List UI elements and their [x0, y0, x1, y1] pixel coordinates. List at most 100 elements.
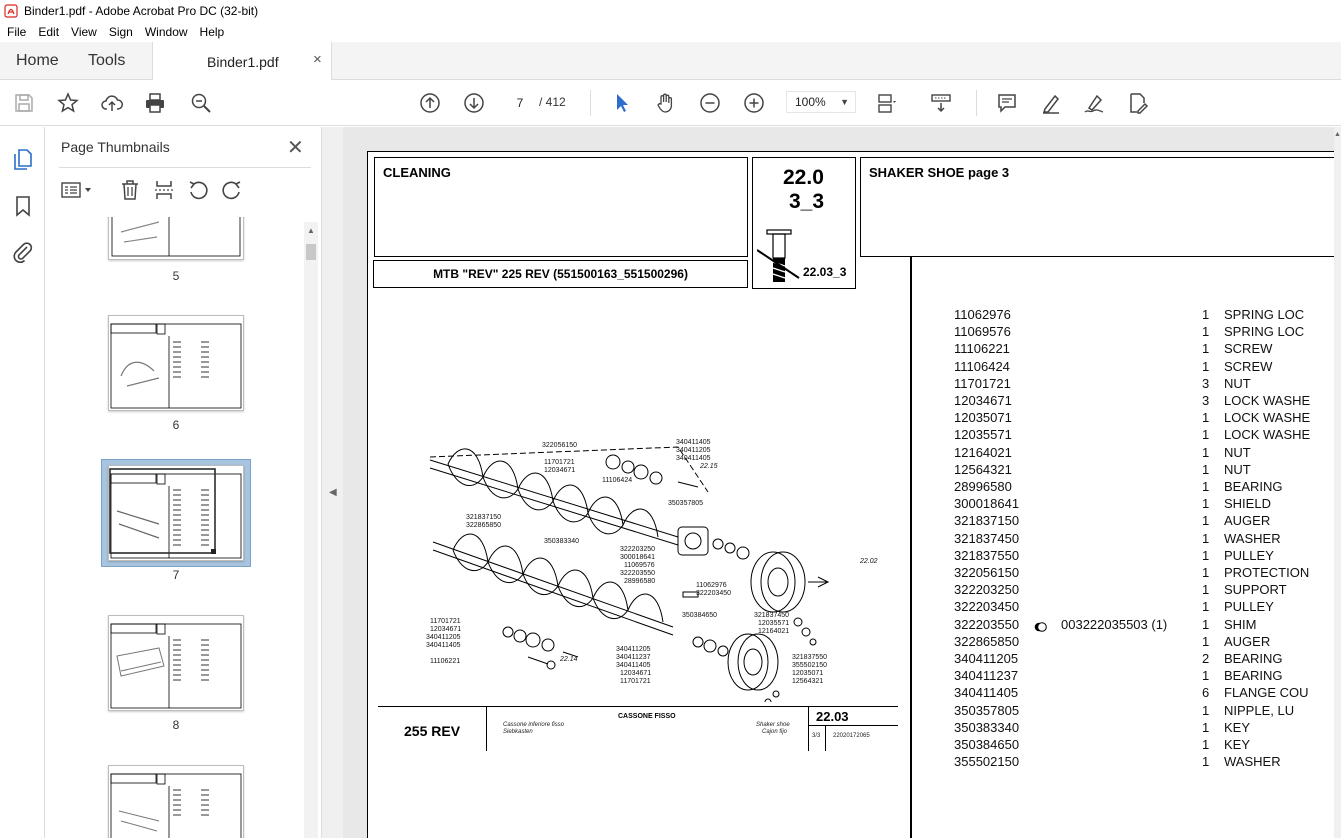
print-icon[interactable]: [143, 91, 167, 115]
pdf-app-icon: [4, 4, 18, 18]
tab-home[interactable]: Home: [16, 42, 59, 80]
thumbnail-page-8[interactable]: [108, 615, 244, 711]
tab-document-title: Binder1.pdf: [207, 54, 279, 70]
part-number: 11069576: [954, 324, 1011, 340]
rotate-counterclockwise-icon[interactable]: [187, 179, 209, 201]
scroll-up-icon[interactable]: ▲: [1334, 131, 1341, 138]
thumbnail-page-9[interactable]: [108, 765, 244, 838]
menu-bar: File Edit View Sign Window Help: [0, 22, 1341, 42]
menu-window[interactable]: Window: [138, 25, 193, 39]
page-number-input[interactable]: 7: [506, 91, 534, 113]
previous-page-icon[interactable]: [418, 91, 442, 115]
zoom-out-icon[interactable]: [698, 91, 722, 115]
part-number: 322056150: [954, 565, 1020, 580]
zoom-level-dropdown[interactable]: 100% ▼: [786, 91, 856, 113]
parts-list-row: 12564321 1 NUT: [954, 462, 1341, 479]
thumbnail-page-6[interactable]: [108, 315, 244, 411]
star-icon[interactable]: [56, 91, 80, 115]
part-description: LOCK WASHE: [1224, 393, 1311, 408]
part-description: WASHER: [1224, 754, 1281, 770]
part-number: 28996580: [954, 479, 1012, 494]
part-description: SCREW: [1224, 341, 1273, 357]
delete-page-icon[interactable]: [119, 179, 141, 201]
part-description: SUPPORT: [1224, 582, 1287, 598]
part-number: 300018641: [954, 496, 1020, 512]
parts-list-row: 322203550 003222035503 (1) 1 SHIM: [954, 617, 1341, 634]
parts-list-row: 28996580 1 BEARING: [954, 479, 1341, 496]
parts-list-row: 11069576 1 SPRING LOC: [954, 324, 1341, 341]
hand-tool-icon[interactable]: [654, 91, 678, 115]
part-quantity: 1: [1202, 427, 1210, 443]
sign-pen-icon[interactable]: [1082, 91, 1106, 115]
page-thumbnails-icon[interactable]: [11, 147, 35, 171]
parts-list-row: 11106424 1 SCREW: [954, 359, 1341, 376]
close-tab-icon[interactable]: ×: [313, 51, 322, 68]
drawing-callouts: 322056150 340411405 340411205 340411405 …: [426, 439, 878, 685]
attachment-icon[interactable]: [11, 240, 35, 264]
page-fit-icon[interactable]: [874, 91, 898, 115]
part-quantity: 1: [1202, 702, 1210, 718]
next-page-icon[interactable]: [462, 91, 486, 115]
model-title: MTB "REV" 225 REV (551500163_551500296): [433, 267, 688, 281]
document-scrollbar[interactable]: ▲: [1334, 127, 1341, 838]
thumbnail-label: 6: [172, 418, 180, 432]
upload-cloud-icon[interactable]: [100, 91, 124, 115]
zoom-in-icon[interactable]: [742, 91, 766, 115]
pdf-page: CLEANING 22.0 3_3 22.03_3 SHAKER SHOE pa…: [367, 151, 1341, 838]
part-description: PULLEY: [1224, 599, 1274, 615]
thumbnail-label: 5: [172, 269, 180, 283]
part-quantity: 1: [1202, 582, 1210, 598]
zoom-search-icon[interactable]: [189, 91, 213, 115]
part-quantity: 1: [1202, 754, 1210, 770]
thumbnails-scrollbar[interactable]: ▲: [304, 222, 318, 838]
panel-collapse-handle[interactable]: ◀: [322, 127, 343, 838]
revision-marker-icon: [1034, 620, 1047, 632]
part-quantity: 1: [1202, 479, 1210, 494]
thumbnails-list[interactable]: 5 6 7 8: [45, 217, 322, 838]
part-description: SHIELD: [1224, 496, 1271, 512]
menu-file[interactable]: File: [0, 25, 31, 39]
part-number: 11062976: [954, 307, 1011, 322]
tab-bar: Home Tools Binder1.pdf ×: [0, 42, 1341, 81]
tab-document[interactable]: Binder1.pdf ×: [152, 42, 332, 81]
part-quantity: 1: [1202, 358, 1210, 374]
parts-list-row: 12034671 3 LOCK WASHE: [954, 393, 1341, 410]
part-number: 322203550: [954, 616, 1020, 632]
close-panel-icon[interactable]: ✕: [287, 135, 304, 160]
edit-document-icon[interactable]: [1126, 91, 1150, 115]
scrollbar-thumb[interactable]: [306, 244, 316, 260]
thumbnail-page-5[interactable]: [108, 217, 244, 260]
panel-title: Page Thumbnails: [61, 139, 170, 155]
menu-edit[interactable]: Edit: [31, 25, 64, 39]
highlight-pen-icon[interactable]: [1039, 91, 1063, 115]
part-number: 321837150: [954, 513, 1020, 529]
extract-pages-icon[interactable]: [153, 179, 175, 201]
select-cursor-icon[interactable]: [610, 91, 634, 115]
part-description: NIPPLE, LU: [1224, 702, 1295, 718]
save-icon[interactable]: [12, 91, 36, 115]
comment-icon[interactable]: [995, 91, 1019, 115]
scrolling-mode-icon[interactable]: [929, 91, 953, 115]
parts-list-row: 355502150 1 WASHER: [954, 754, 1341, 771]
zoom-level-value: 100%: [795, 95, 826, 109]
parts-list-row: 321837450 1 WASHER: [954, 531, 1341, 548]
bookmark-icon[interactable]: [11, 194, 35, 218]
options-menu-icon[interactable]: [61, 179, 95, 201]
parts-list-row: 321837550 1 PULLEY: [954, 548, 1341, 565]
scroll-up-icon[interactable]: ▲: [307, 226, 315, 235]
tab-tools[interactable]: Tools: [88, 42, 125, 80]
parts-list-row: 340411205 2 BEARING: [954, 651, 1341, 668]
part-description: KEY: [1224, 719, 1251, 735]
part-description: PULLEY: [1224, 547, 1274, 563]
thumbnail-page-7[interactable]: [108, 465, 244, 561]
part-description: BEARING: [1224, 479, 1283, 494]
part-quantity: 1: [1202, 530, 1210, 546]
menu-help[interactable]: Help: [193, 25, 230, 39]
parts-list-row: 340411237 1 BEARING: [954, 668, 1341, 685]
chevron-left-icon[interactable]: ◀: [329, 487, 337, 498]
acrobat-window: Binder1.pdf - Adobe Acrobat Pro DC (32-b…: [0, 0, 1341, 838]
rotate-clockwise-icon[interactable]: [221, 179, 243, 201]
menu-sign[interactable]: Sign: [102, 25, 138, 39]
menu-view[interactable]: View: [64, 25, 102, 39]
document-viewport[interactable]: CLEANING 22.0 3_3 22.03_3 SHAKER SHOE pa…: [343, 127, 1341, 838]
